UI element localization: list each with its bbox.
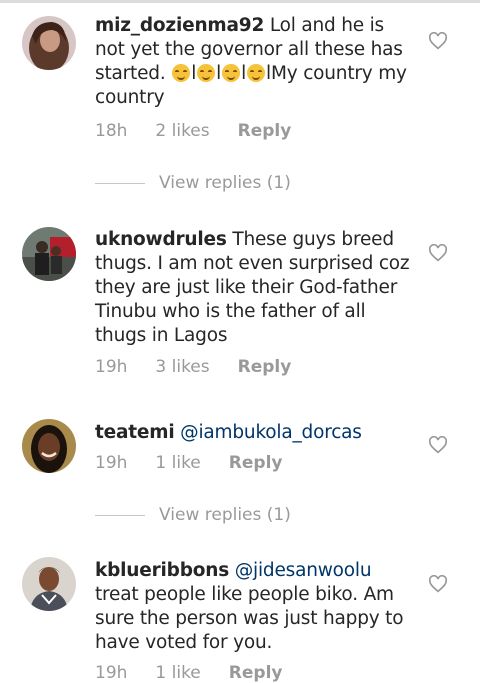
comment-text: teatemi @iambukola_dorcas [95, 421, 415, 445]
reply-button[interactable]: Reply [238, 121, 292, 141]
emoji-separator: l [216, 63, 222, 84]
heart-outline-icon[interactable] [428, 244, 448, 262]
top-divider [0, 0, 480, 3]
comment-meta: 19h 1 like Reply [95, 453, 310, 473]
reply-button[interactable]: Reply [229, 663, 283, 683]
comment-body: treat people like people biko. Am sure t… [95, 584, 404, 653]
avatar[interactable] [22, 16, 76, 70]
view-replies-label: View replies (1) [159, 505, 291, 525]
mention-link[interactable]: @iambukola_dorcas [180, 422, 362, 443]
reply-button[interactable]: Reply [229, 453, 283, 473]
comment-username[interactable]: teatemi [95, 422, 175, 443]
smiling-face-emoji-icon [197, 64, 216, 82]
comment-meta: 19h 1 like Reply [95, 663, 310, 683]
avatar[interactable] [22, 419, 76, 473]
comment-likes[interactable]: 3 likes [155, 357, 209, 377]
comment-time: 18h [95, 121, 128, 141]
mention-link[interactable]: @jidesanwoolu [235, 560, 372, 581]
replies-divider [95, 514, 145, 516]
avatar[interactable] [22, 227, 76, 281]
reply-button[interactable]: Reply [238, 357, 292, 377]
heart-outline-icon[interactable] [428, 32, 448, 50]
emoji-separator: l [241, 63, 247, 84]
avatar[interactable] [22, 557, 76, 611]
comment-likes[interactable]: 1 like [155, 663, 200, 683]
view-replies-button[interactable]: View replies (1) [95, 173, 291, 193]
smiling-face-emoji-icon [247, 64, 266, 82]
comment-username[interactable]: miz_dozienma92 [95, 15, 264, 36]
replies-divider [95, 182, 145, 184]
comment-username[interactable]: uknowdrules [95, 229, 227, 250]
view-replies-label: View replies (1) [159, 173, 291, 193]
comment-meta: 19h 3 likes Reply [95, 357, 319, 377]
heart-outline-icon[interactable] [428, 575, 448, 593]
comment-likes[interactable]: 1 like [155, 453, 200, 473]
smiling-face-emoji-icon [222, 64, 241, 82]
emoji-separator: l [191, 63, 197, 84]
comment-time: 19h [95, 663, 128, 683]
comment-text: uknowdrules These guys breed thugs. I am… [95, 228, 415, 348]
comment-time: 19h [95, 357, 128, 377]
comment-text: miz_dozienma92 Lol and he is not yet the… [95, 14, 415, 110]
heart-outline-icon[interactable] [428, 436, 448, 454]
view-replies-button[interactable]: View replies (1) [95, 505, 291, 525]
comment-text: kblueribbons @jidesanwoolu treat people … [95, 559, 415, 655]
smiling-face-emoji-icon [172, 64, 191, 82]
comment-username[interactable]: kblueribbons [95, 560, 229, 581]
comment-likes[interactable]: 2 likes [155, 121, 209, 141]
comment-meta: 18h 2 likes Reply [95, 121, 319, 141]
comment-time: 19h [95, 453, 128, 473]
